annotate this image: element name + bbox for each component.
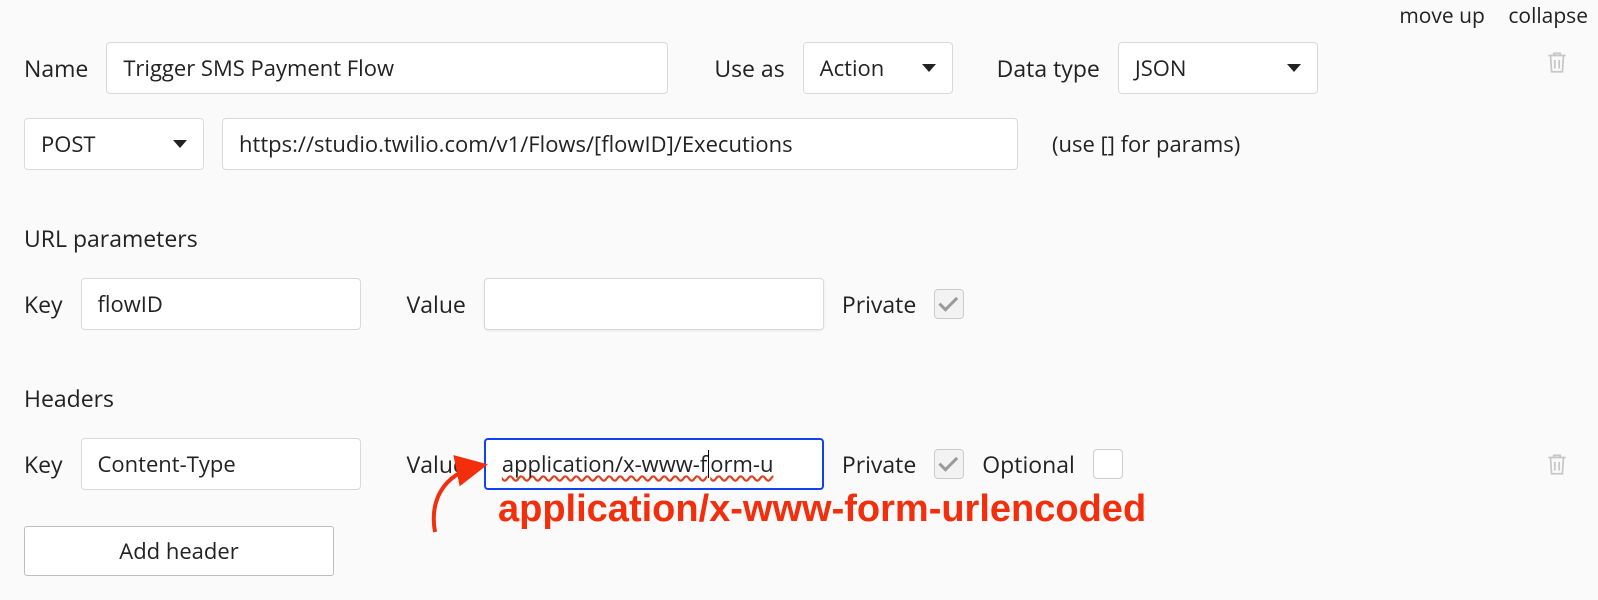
header-value-input[interactable]: application/x-www-form-u (484, 438, 824, 490)
data-type-select[interactable]: JSON (1118, 42, 1318, 94)
add-header-button[interactable]: Add header (24, 526, 334, 576)
param-key-label: Key (24, 288, 63, 320)
header-private-label: Private (842, 448, 916, 480)
data-type-value: JSON (1135, 53, 1187, 83)
param-private-checkbox[interactable] (934, 289, 964, 319)
caret-down-icon (1287, 64, 1301, 72)
param-key-input[interactable]: flowID (81, 278, 361, 330)
header-optional-checkbox[interactable] (1093, 449, 1123, 479)
header-value-text-b: orm-u (710, 449, 773, 479)
data-type-label: Data type (997, 52, 1100, 84)
header-key-label: Key (24, 448, 63, 480)
param-private-label: Private (842, 288, 916, 320)
header-value-label: Value (407, 448, 466, 480)
collapse-link[interactable]: collapse (1508, 2, 1588, 30)
http-method-value: POST (41, 129, 96, 159)
param-value-label: Value (407, 288, 466, 320)
url-hint: (use [] for params) (1052, 129, 1240, 159)
checkmark-icon (939, 452, 959, 472)
header-key-input[interactable]: Content-Type (81, 438, 361, 490)
url-parameters-heading: URL parameters (24, 222, 1598, 254)
checkmark-icon (939, 292, 959, 312)
http-method-select[interactable]: POST (24, 118, 204, 170)
param-value-input[interactable] (484, 278, 824, 330)
caret-down-icon (173, 140, 187, 148)
use-as-value: Action (820, 53, 885, 83)
header-private-checkbox[interactable] (934, 449, 964, 479)
header-value-text-a: application/x-www-f (502, 449, 707, 479)
caret-down-icon (922, 64, 936, 72)
name-label: Name (24, 52, 88, 84)
use-as-label: Use as (714, 52, 784, 84)
delete-api-icon[interactable] (1544, 48, 1570, 76)
headers-heading: Headers (24, 382, 1598, 414)
name-input[interactable]: Trigger SMS Payment Flow (106, 42, 668, 94)
delete-header-icon[interactable] (1544, 450, 1570, 478)
text-cursor (708, 450, 709, 478)
header-optional-label: Optional (982, 448, 1075, 480)
use-as-select[interactable]: Action (803, 42, 953, 94)
url-input[interactable]: https://studio.twilio.com/v1/Flows/[flow… (222, 118, 1018, 170)
annotation-text: application/x-www-form-urlencoded (498, 488, 1146, 531)
move-up-link[interactable]: move up (1399, 2, 1485, 30)
